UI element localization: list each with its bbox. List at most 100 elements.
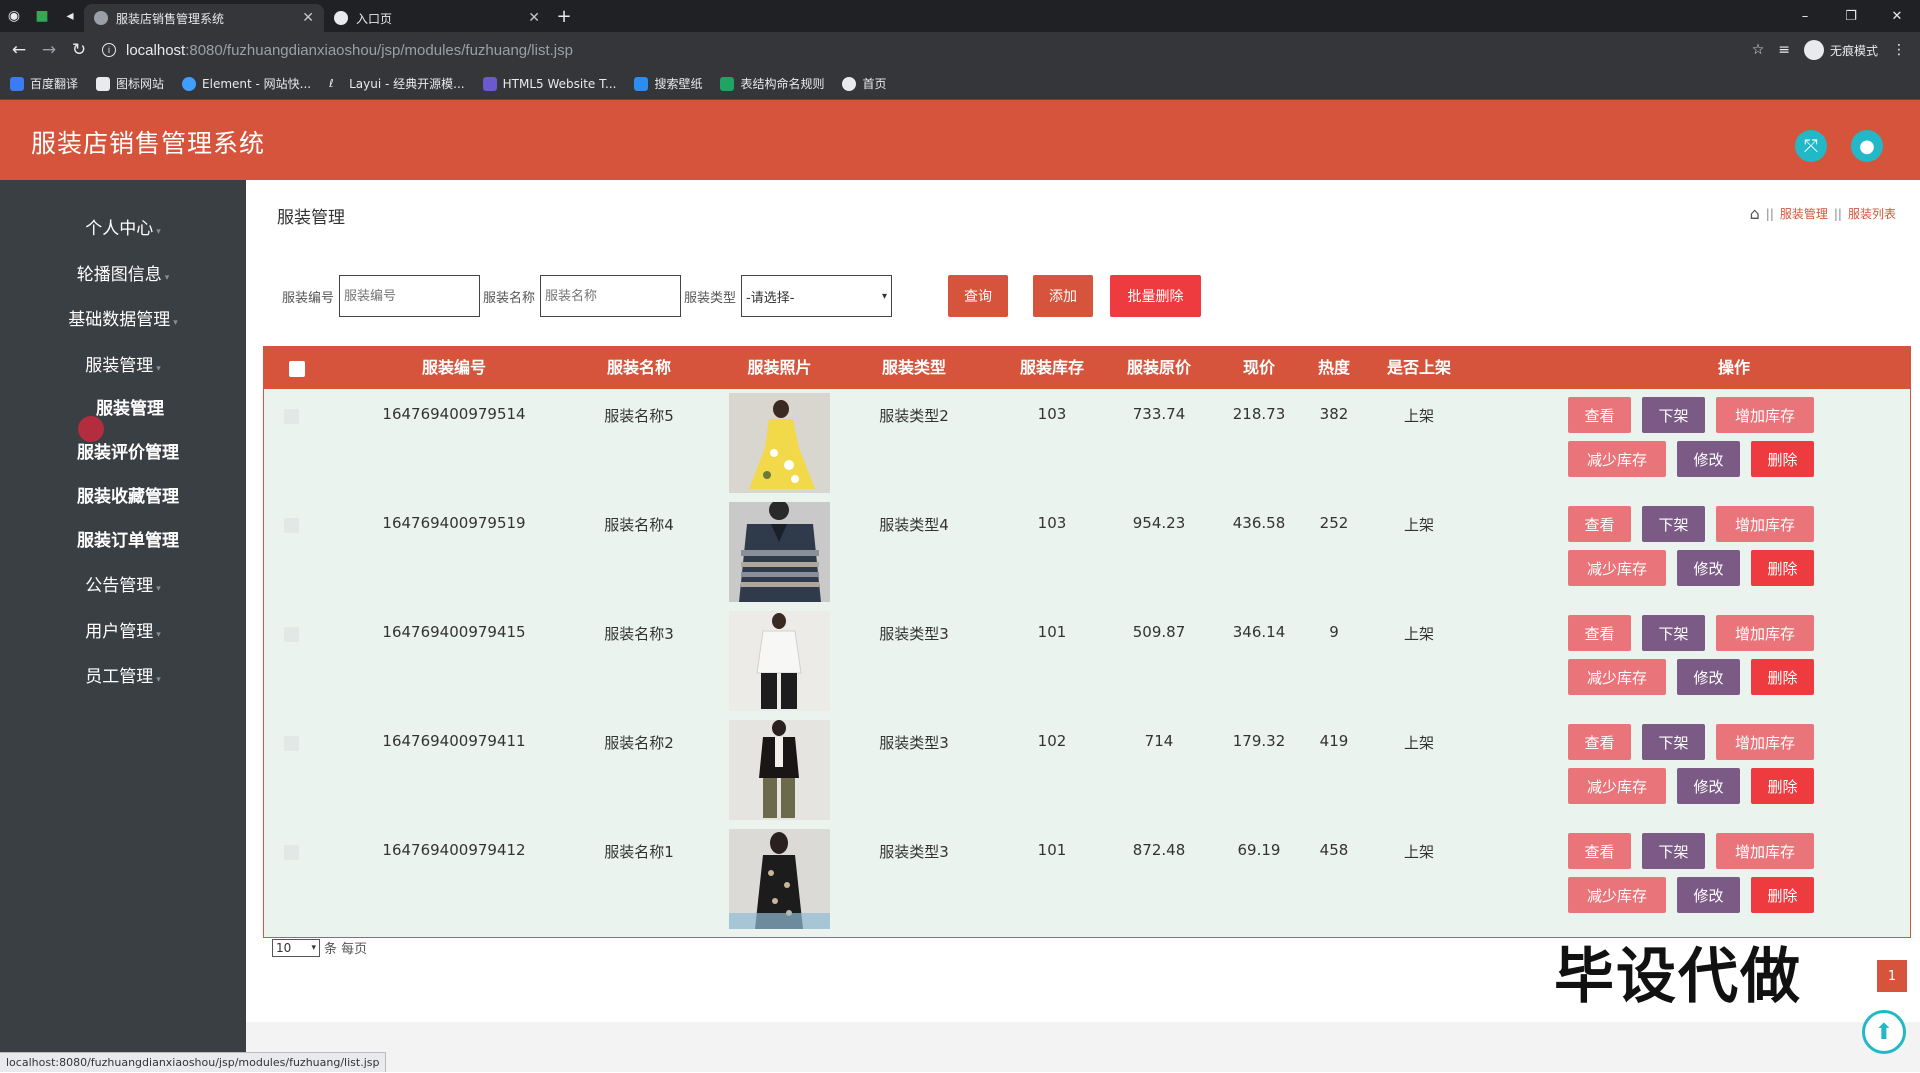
row-checkbox[interactable] — [284, 409, 299, 424]
view-button[interactable]: 查看 — [1568, 506, 1631, 542]
cell-name: 服装名称1 — [604, 843, 674, 861]
delete-button[interactable]: 删除 — [1751, 659, 1814, 695]
view-button[interactable]: 查看 — [1568, 397, 1631, 433]
reduce-stock-button[interactable]: 减少库存 — [1568, 550, 1666, 586]
add-stock-button[interactable]: 增加库存 — [1716, 833, 1814, 869]
reduce-stock-button[interactable]: 减少库存 — [1568, 877, 1666, 913]
sidebar-item-notice[interactable]: 公告管理 ▾ — [0, 571, 246, 596]
edit-button[interactable]: 修改 — [1677, 441, 1740, 477]
url-field[interactable]: i localhost:8080/fuzhuangdianxiaoshou/js… — [102, 42, 1752, 59]
query-button[interactable]: 查询 — [948, 275, 1008, 317]
forward-icon[interactable]: → — [34, 32, 64, 68]
bookmark-item[interactable]: 表结构命名规则 — [720, 75, 824, 92]
col-header: 操作 — [1717, 358, 1750, 377]
select-all-checkbox[interactable] — [282, 347, 312, 389]
sidebar-subitem-order-manage[interactable]: 服装订单管理 — [0, 526, 246, 551]
breadcrumb-item[interactable]: 服装列表 — [1848, 205, 1896, 222]
offshelf-button[interactable]: 下架 — [1642, 615, 1705, 651]
sidebar-item-staff[interactable]: 员工管理 ▾ — [0, 662, 246, 687]
bookmark-item[interactable]: 首页 — [842, 75, 887, 92]
type-select[interactable]: -请选择- ▾ — [741, 275, 893, 317]
row-checkbox[interactable] — [284, 845, 299, 860]
code-input[interactable] — [339, 275, 481, 317]
bookmark-item[interactable]: HTML5 Website T... — [482, 76, 616, 91]
reduce-stock-button[interactable]: 减少库存 — [1568, 659, 1666, 695]
tab-active[interactable]: 服装店销售管理系统 ✕ — [84, 4, 324, 32]
back-to-top-icon[interactable]: ⬆ — [1862, 1010, 1906, 1054]
bookmark-item[interactable]: 百度翻译 — [10, 75, 78, 92]
breadcrumb: ⌂ || 服装管理 || 服装列表 — [1750, 204, 1896, 223]
delete-button[interactable]: 删除 — [1751, 877, 1814, 913]
bookmark-item[interactable]: 图标网站 — [96, 75, 164, 92]
bookmark-item[interactable]: 搜索壁纸 — [634, 75, 702, 92]
new-tab-icon[interactable]: + — [550, 0, 578, 32]
sidebar-item-carousel[interactable]: 轮播图信息 ▾ — [0, 260, 246, 285]
sidebar-subitem-clothing-manage[interactable]: 服装管理 — [0, 394, 246, 419]
edit-button[interactable]: 修改 — [1677, 659, 1740, 695]
sidebar-item-user[interactable]: 用户管理 ▾ — [0, 617, 246, 642]
reload-icon[interactable]: ↻ — [64, 32, 94, 68]
row-checkbox[interactable] — [284, 627, 299, 642]
offshelf-button[interactable]: 下架 — [1642, 506, 1705, 542]
add-stock-button[interactable]: 增加库存 — [1716, 397, 1814, 433]
sidebar-subitem-favorite-manage[interactable]: 服装收藏管理 — [0, 482, 246, 507]
user-icon[interactable]: ● — [1851, 130, 1883, 162]
add-button[interactable]: 添加 — [1033, 275, 1093, 317]
batch-delete-button[interactable]: 批量删除 — [1110, 275, 1201, 317]
cell-orig-price: 714 — [1144, 732, 1174, 750]
breadcrumb-item[interactable]: 服装管理 — [1780, 205, 1828, 222]
page-size-select[interactable]: 10 ▾ — [272, 938, 320, 957]
reading-list-icon[interactable]: ≡ — [1778, 42, 1790, 58]
close-tab-icon[interactable]: ✕ — [528, 10, 540, 26]
offshelf-button[interactable]: 下架 — [1642, 833, 1705, 869]
delete-button[interactable]: 删除 — [1751, 441, 1814, 477]
mute-icon[interactable]: ◂ — [56, 0, 84, 32]
view-button[interactable]: 查看 — [1568, 833, 1631, 869]
home-icon[interactable]: ⌂ — [1750, 204, 1760, 223]
page-number-button[interactable]: 1 — [1877, 960, 1907, 992]
bookmark-star-icon[interactable]: ☆ — [1752, 42, 1765, 58]
bookmark-item[interactable]: ℓ Layui - 经典开源模... — [329, 75, 465, 92]
sidebar-item-personal-center[interactable]: 个人中心 ▾ — [0, 214, 246, 239]
fullscreen-icon[interactable]: ⤧ — [1795, 130, 1827, 162]
bookmark-item[interactable]: Element - 网站快... — [182, 75, 311, 92]
cell-orig-price: 733.74 — [1132, 405, 1186, 423]
sidebar-item-clothing[interactable]: 服装管理 ▾ — [0, 351, 246, 376]
incognito-indicator[interactable]: 无痕模式 — [1803, 40, 1878, 60]
browser-menu-icon[interactable]: ◉ — [0, 0, 28, 32]
minimize-icon[interactable]: – — [1782, 0, 1828, 32]
caret-icon: ▾ — [156, 675, 161, 685]
delete-button[interactable]: 删除 — [1751, 768, 1814, 804]
close-window-icon[interactable]: ✕ — [1874, 0, 1920, 32]
edit-button[interactable]: 修改 — [1677, 768, 1740, 804]
offshelf-button[interactable]: 下架 — [1642, 397, 1705, 433]
menu-label: 个人中心 — [85, 219, 154, 239]
reduce-stock-button[interactable]: 减少库存 — [1568, 441, 1666, 477]
view-button[interactable]: 查看 — [1568, 615, 1631, 651]
tab-inactive[interactable]: 入口页 ✕ — [324, 4, 550, 32]
add-stock-button[interactable]: 增加库存 — [1716, 724, 1814, 760]
back-icon[interactable]: ← — [4, 32, 34, 68]
edit-button[interactable]: 修改 — [1677, 877, 1740, 913]
info-icon[interactable]: i — [102, 43, 116, 57]
browser-tab-bar: ◉ ■ ◂ 服装店销售管理系统 ✕ 入口页 ✕ + – ❐ ✕ — [0, 0, 1920, 32]
cell-code: 164769400979514 — [382, 405, 526, 423]
row-checkbox[interactable] — [284, 518, 299, 533]
edit-button[interactable]: 修改 — [1677, 550, 1740, 586]
name-input[interactable] — [540, 275, 682, 317]
delete-button[interactable]: 删除 — [1751, 550, 1814, 586]
add-stock-button[interactable]: 增加库存 — [1716, 506, 1814, 542]
add-stock-button[interactable]: 增加库存 — [1716, 615, 1814, 651]
more-menu-icon[interactable]: ⋮ — [1892, 42, 1906, 58]
offshelf-button[interactable]: 下架 — [1642, 724, 1705, 760]
restore-icon[interactable]: ❐ — [1828, 0, 1874, 32]
pinned-tab-icon[interactable]: ■ — [28, 0, 56, 32]
close-tab-icon[interactable]: ✕ — [302, 10, 314, 26]
row-checkbox[interactable] — [284, 736, 299, 751]
cell-heat: 419 — [1319, 732, 1349, 750]
view-button[interactable]: 查看 — [1568, 724, 1631, 760]
breadcrumb-separator: || — [1833, 206, 1842, 221]
sidebar-item-basic-data[interactable]: 基础数据管理 ▾ — [0, 305, 246, 330]
reduce-stock-button[interactable]: 减少库存 — [1568, 768, 1666, 804]
sidebar-subitem-review-manage[interactable]: 服装评价管理 — [0, 438, 246, 463]
